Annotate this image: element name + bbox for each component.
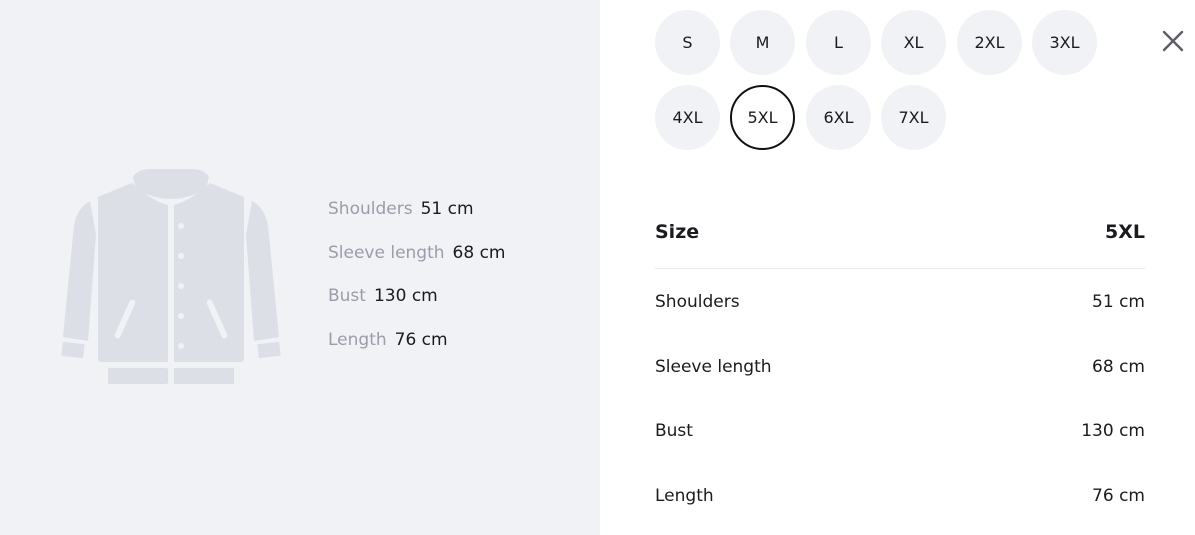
size-option-s[interactable]: S xyxy=(655,10,720,75)
measurement-label: Length xyxy=(328,329,387,350)
row-value: 130 cm xyxy=(1081,421,1145,441)
selected-size-value: 5XL xyxy=(1105,221,1145,243)
size-option-3xl[interactable]: 3XL xyxy=(1032,10,1097,75)
table-row: Bust 130 cm xyxy=(655,419,1145,443)
close-icon[interactable] xyxy=(1160,28,1186,54)
size-option-2xl[interactable]: 2XL xyxy=(957,10,1022,75)
row-label: Bust xyxy=(655,421,693,441)
measurement-row: Shoulders 51 cm xyxy=(328,199,506,243)
measurement-value: 76 cm xyxy=(394,329,448,350)
row-label: Sleeve length xyxy=(655,357,772,377)
size-table-header: Size 5XL xyxy=(655,215,1145,249)
size-option-7xl[interactable]: 7XL xyxy=(881,85,946,150)
measurement-summary: Shoulders 51 cm Sleeve length 68 cm Bust 13… xyxy=(328,199,506,373)
table-row: Shoulders 51 cm xyxy=(655,290,1145,314)
measurement-label: Sleeve length xyxy=(328,242,445,263)
row-value: 51 cm xyxy=(1092,292,1145,312)
measurement-label: Bust xyxy=(328,286,366,306)
measurement-row: Bust 130 cm xyxy=(328,286,506,330)
table-divider xyxy=(655,268,1145,269)
row-value: 68 cm xyxy=(1092,357,1145,377)
table-row: Length 76 cm xyxy=(655,484,1145,508)
row-label: Shoulders xyxy=(655,292,740,312)
size-option-6xl[interactable]: 6XL xyxy=(806,85,871,150)
measurement-value: 130 cm xyxy=(373,286,438,306)
measurement-row: Sleeve length 68 cm xyxy=(328,243,506,287)
size-option-l[interactable]: L xyxy=(806,10,871,75)
measurement-value: 51 cm xyxy=(420,199,474,219)
table-row: Sleeve length 68 cm xyxy=(655,355,1145,379)
measurement-value: 68 cm xyxy=(452,242,506,263)
jacket-icon xyxy=(61,169,281,384)
measurement-row: Length 76 cm xyxy=(328,330,506,374)
row-value: 76 cm xyxy=(1092,486,1145,506)
size-option-5xl[interactable]: 5XL xyxy=(730,85,795,150)
size-option-m[interactable]: M xyxy=(730,10,795,75)
row-label: Length xyxy=(655,486,714,506)
size-illustration-panel: Shoulders 51 cm Sleeve length 68 cm Bust 13… xyxy=(0,0,600,535)
size-option-xl[interactable]: XL xyxy=(881,10,946,75)
size-header-label: Size xyxy=(655,221,700,243)
measurement-label: Shoulders xyxy=(328,199,413,219)
size-option-4xl[interactable]: 4XL xyxy=(655,85,720,150)
